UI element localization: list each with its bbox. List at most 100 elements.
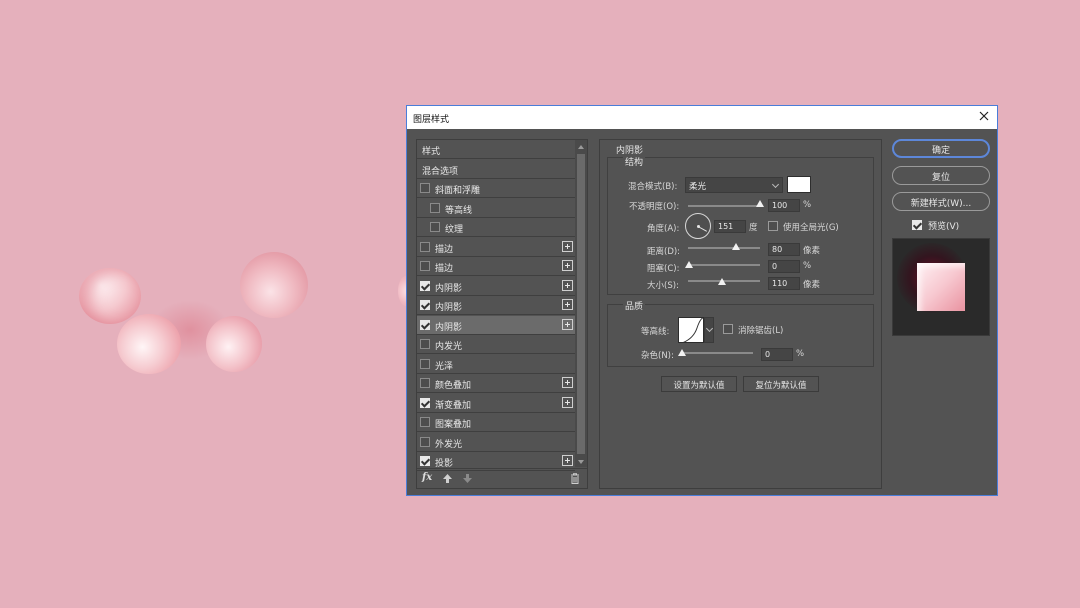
add-effect-instance-icon[interactable] <box>562 260 573 271</box>
noise-input[interactable]: 0 <box>761 348 793 361</box>
fx-menu-button[interactable]: fx <box>422 472 432 483</box>
style-enable-checkbox[interactable] <box>420 398 430 408</box>
angle-dial-hand <box>697 226 707 232</box>
add-effect-instance-icon[interactable] <box>562 299 573 310</box>
noise-slider-knob[interactable] <box>678 349 686 356</box>
style-enable-checkbox[interactable] <box>430 203 440 213</box>
scrollbar-thumb[interactable] <box>577 154 585 454</box>
style-list-item[interactable]: 颜色叠加 <box>417 374 575 393</box>
style-enable-checkbox[interactable] <box>420 183 430 193</box>
style-list-item[interactable]: 外发光 <box>417 433 575 452</box>
move-up-icon[interactable] <box>443 474 452 483</box>
style-list-item[interactable]: 光泽 <box>417 355 575 374</box>
add-effect-instance-icon[interactable] <box>562 319 573 330</box>
style-list-item[interactable]: 图案叠加 <box>417 413 575 432</box>
dialog-titlebar[interactable]: 图层样式 <box>407 106 997 129</box>
reset-button[interactable]: 复位 <box>892 166 990 185</box>
add-effect-instance-icon[interactable] <box>562 377 573 388</box>
ok-button[interactable]: 确定 <box>892 139 990 158</box>
style-list-item-label: 描边 <box>435 245 454 255</box>
style-enable-checkbox[interactable] <box>420 437 430 447</box>
quality-group: 品质 等高线: 消除锯齿(L) 杂色(N): 0 % <box>607 299 874 367</box>
style-list-item[interactable]: 内发光 <box>417 335 575 354</box>
noise-slider[interactable] <box>681 352 753 354</box>
choke-unit: % <box>803 261 812 271</box>
style-enable-checkbox[interactable] <box>420 339 430 349</box>
pink-sphere <box>240 252 308 318</box>
new-style-button[interactable]: 新建样式(W)... <box>892 192 990 211</box>
size-slider-knob[interactable] <box>718 278 726 285</box>
style-list-item-label: 内阴影 <box>435 303 463 313</box>
global-light-checkbox[interactable] <box>768 221 778 231</box>
style-list-scrollbar[interactable] <box>575 140 587 467</box>
style-list-item[interactable]: 渐变叠加 <box>417 394 575 413</box>
style-list-item[interactable]: 描边 <box>417 238 575 257</box>
style-list-item[interactable]: 内阴影 <box>417 316 575 335</box>
style-list-header[interactable]: 样式 <box>417 140 575 159</box>
move-down-icon[interactable] <box>463 474 472 483</box>
contour-preview[interactable] <box>678 317 704 343</box>
pink-sphere <box>79 268 141 324</box>
choke-slider[interactable] <box>688 264 760 266</box>
blend-mode-select[interactable]: 柔光 <box>685 177 783 193</box>
style-list-item-label: 等高线 <box>445 206 473 216</box>
distance-slider[interactable] <box>688 247 760 249</box>
style-enable-checkbox[interactable] <box>420 300 430 310</box>
size-input[interactable]: 110 <box>768 277 800 290</box>
style-list-item-label: 光泽 <box>435 362 454 372</box>
choke-label: 阻塞(C): <box>647 264 680 274</box>
pink-sphere <box>206 316 262 372</box>
add-effect-instance-icon[interactable] <box>562 397 573 408</box>
add-effect-instance-icon[interactable] <box>562 241 573 252</box>
dialog-title: 图层样式 <box>413 115 450 125</box>
style-list-item[interactable]: 内阴影 <box>417 277 575 296</box>
style-list-item-label: 内阴影 <box>435 323 463 333</box>
close-icon[interactable] <box>977 109 991 123</box>
add-effect-instance-icon[interactable] <box>562 455 573 466</box>
add-effect-instance-icon[interactable] <box>562 280 573 291</box>
global-light-label: 使用全局光(G) <box>783 223 839 233</box>
style-list-item-label: 描边 <box>435 264 454 274</box>
style-list-item[interactable]: 混合选项 <box>417 160 575 179</box>
style-enable-checkbox[interactable] <box>420 378 430 388</box>
preview-checkbox[interactable] <box>912 220 922 230</box>
style-list-item-label: 内发光 <box>435 342 463 352</box>
style-list-item[interactable]: 描边 <box>417 257 575 276</box>
opacity-input[interactable]: 100 <box>768 199 800 212</box>
delete-effect-icon[interactable] <box>570 473 580 484</box>
make-default-button[interactable]: 设置为默认值 <box>661 376 737 392</box>
distance-label: 距离(D): <box>647 247 681 257</box>
antialias-checkbox[interactable] <box>723 324 733 334</box>
opacity-slider[interactable] <box>688 205 760 207</box>
style-list-item[interactable]: 斜面和浮雕 <box>417 179 575 198</box>
opacity-slider-knob[interactable] <box>756 200 764 207</box>
shadow-color-swatch[interactable] <box>787 176 811 193</box>
style-list-item[interactable]: 纹理 <box>417 218 575 237</box>
angle-input[interactable]: 151 <box>714 220 746 233</box>
choke-input[interactable]: 0 <box>768 260 800 273</box>
chevron-down-icon <box>771 180 780 189</box>
distance-slider-knob[interactable] <box>732 243 740 250</box>
style-list-item-label: 混合选项 <box>422 167 459 177</box>
angle-unit: 度 <box>749 223 758 233</box>
style-enable-checkbox[interactable] <box>420 320 430 330</box>
style-enable-checkbox[interactable] <box>420 261 430 271</box>
style-enable-checkbox[interactable] <box>420 456 430 466</box>
scroll-up-icon[interactable] <box>578 145 584 149</box>
style-enable-checkbox[interactable] <box>430 222 440 232</box>
angle-dial[interactable] <box>685 213 711 239</box>
style-list-item-label: 内阴影 <box>435 284 463 294</box>
style-list-item[interactable]: 等高线 <box>417 199 575 218</box>
style-list: 样式 混合选项 斜面和浮雕 等高线 纹理 描边 描边 内阴影 内阴影 内阴影 内发光 光泽 颜色叠加渐… <box>416 139 588 489</box>
contour-dropdown[interactable] <box>704 317 714 343</box>
distance-input[interactable]: 80 <box>768 243 800 256</box>
choke-slider-knob[interactable] <box>685 261 693 268</box>
style-enable-checkbox[interactable] <box>420 359 430 369</box>
style-enable-checkbox[interactable] <box>420 281 430 291</box>
scroll-down-icon[interactable] <box>578 460 584 464</box>
reset-default-button[interactable]: 复位为默认值 <box>743 376 819 392</box>
style-list-item[interactable]: 内阴影 <box>417 296 575 315</box>
style-enable-checkbox[interactable] <box>420 417 430 427</box>
preview-label: 预览(V) <box>928 222 960 232</box>
style-enable-checkbox[interactable] <box>420 242 430 252</box>
